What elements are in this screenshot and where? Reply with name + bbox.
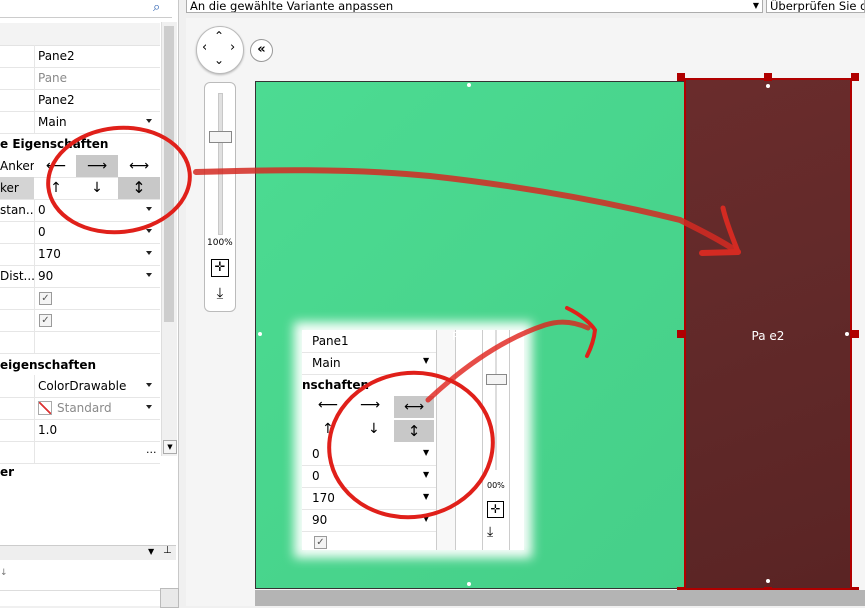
annotation-circle-anchor — [46, 125, 192, 235]
annotation-overlay — [46, 125, 741, 520]
annotation-arrowhead-inset — [565, 306, 598, 358]
annotation-arrowhead-pane2-a — [699, 249, 741, 256]
annotation-circle-inset — [327, 370, 495, 520]
annotation-arrow-inset — [425, 319, 591, 403]
annotation-arrow-to-pane2 — [193, 167, 741, 255]
